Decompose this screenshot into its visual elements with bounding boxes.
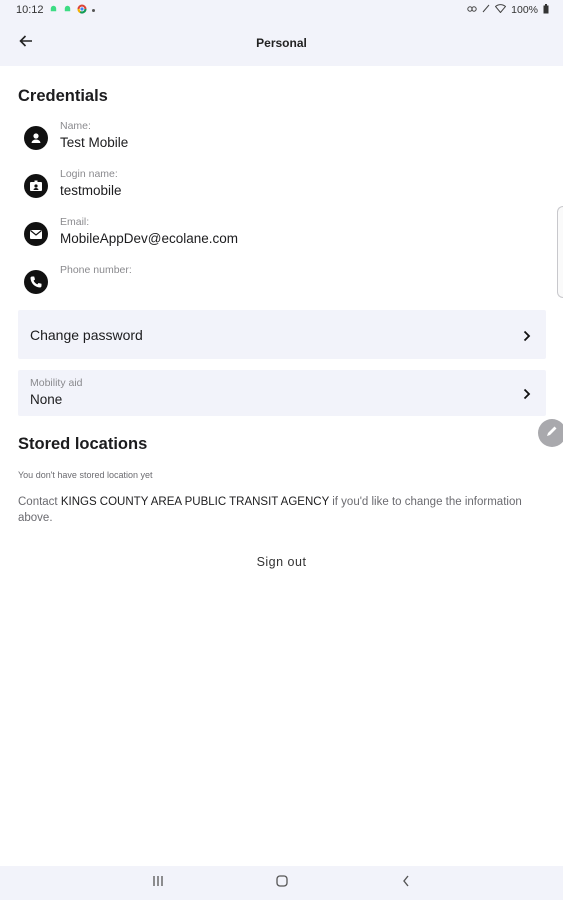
nav-back-icon <box>401 874 411 893</box>
recent-apps-icon <box>151 874 165 892</box>
status-time: 10:12 <box>16 4 44 16</box>
no-sim-icon <box>482 4 490 16</box>
battery-percent: 100% <box>511 4 538 16</box>
home-icon <box>275 874 289 893</box>
nav-back-button[interactable] <box>396 874 416 892</box>
contact-info: Contact KINGS COUNTY AREA PUBLIC TRANSIT… <box>18 494 546 526</box>
credential-login-name: Login name: testmobile <box>18 168 518 208</box>
status-bar: 10:12 100% <box>0 0 563 20</box>
credential-name: Name: Test Mobile <box>18 120 518 160</box>
credential-email: Email: MobileAppDev@ecolane.com <box>18 216 518 256</box>
stored-locations-title: Stored locations <box>18 435 148 453</box>
change-password-button[interactable]: Change password <box>18 310 546 359</box>
app-bar: Personal <box>0 20 563 66</box>
chevron-right-icon <box>522 387 532 400</box>
person-icon <box>24 126 48 150</box>
credentials-title: Credentials <box>18 87 108 105</box>
edit-button[interactable] <box>538 419 563 447</box>
mail-icon <box>24 222 48 246</box>
home-button[interactable] <box>272 874 292 892</box>
chrome-icon <box>77 4 87 17</box>
sign-out-button[interactable]: Sign out <box>0 555 563 569</box>
mobility-aid-selector[interactable]: Mobility aid None <box>18 370 546 416</box>
contact-prefix: Contact <box>18 496 61 508</box>
phone-icon <box>24 270 48 294</box>
pencil-icon <box>545 424 559 443</box>
agency-name: KINGS COUNTY AREA PUBLIC TRANSIT AGENCY <box>60 496 330 508</box>
mobility-aid-label: Mobility aid <box>30 377 83 389</box>
id-card-icon <box>24 174 48 198</box>
side-panel-handle[interactable] <box>557 206 563 298</box>
credential-label: Email: <box>60 216 90 228</box>
mobility-aid-value: None <box>30 392 63 407</box>
arrow-left-icon <box>19 34 33 53</box>
android-icon <box>63 4 72 16</box>
recent-apps-button[interactable] <box>148 874 168 892</box>
chevron-right-icon <box>522 329 532 341</box>
credential-value: Test Mobile <box>60 135 129 150</box>
credential-label: Login name: <box>60 168 118 180</box>
change-password-label: Change password <box>30 326 143 343</box>
credential-value: MobileAppDev@ecolane.com <box>60 231 239 246</box>
battery-icon <box>543 3 549 17</box>
link-icon <box>467 4 477 16</box>
credential-value: testmobile <box>60 183 122 198</box>
system-nav-bar <box>0 866 563 900</box>
wifi-icon <box>494 4 507 16</box>
android-icon <box>49 4 58 16</box>
back-button[interactable] <box>14 31 38 55</box>
dot-icon <box>91 8 95 12</box>
stored-locations-empty: You don't have stored location yet <box>18 470 153 480</box>
credential-label: Name: <box>60 120 91 132</box>
credential-phone: Phone number: <box>18 264 518 304</box>
page-title: Personal <box>256 36 307 50</box>
credential-label: Phone number: <box>60 264 132 276</box>
